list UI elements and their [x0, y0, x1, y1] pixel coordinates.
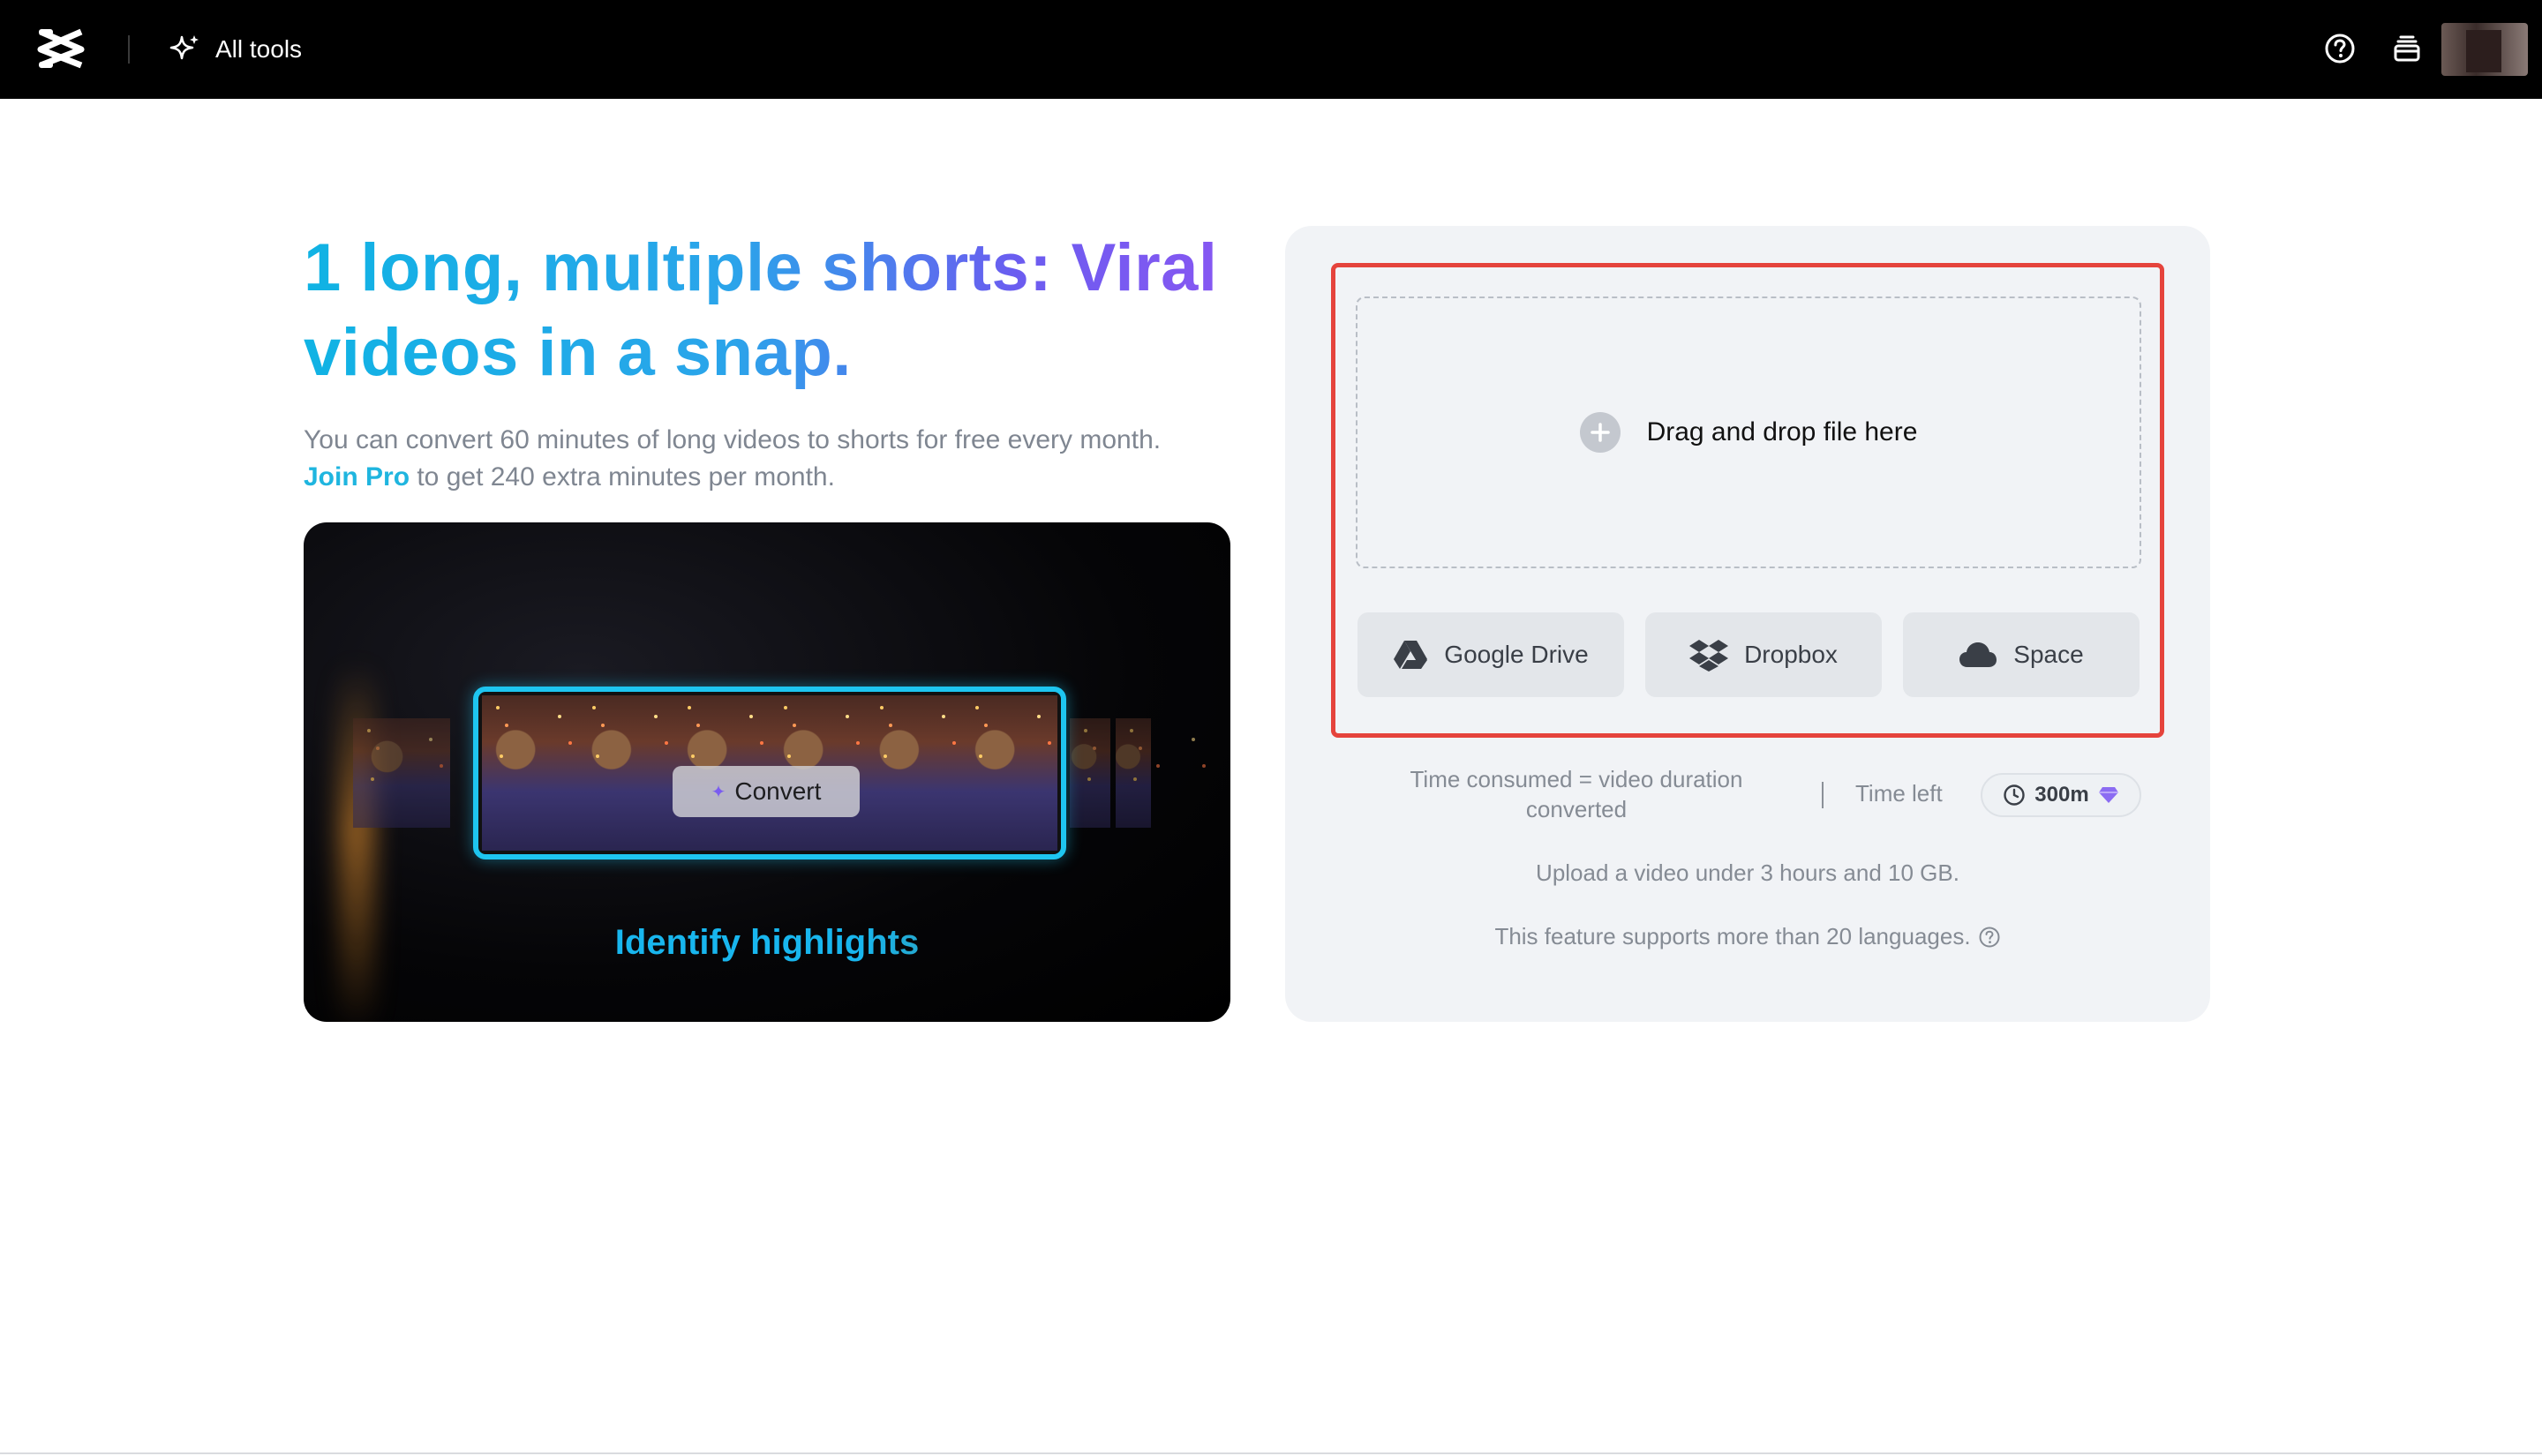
drop-zone-label: Drag and drop file here — [1646, 417, 1918, 447]
help-circle-icon[interactable] — [2320, 28, 2360, 69]
film-frame — [1116, 718, 1151, 828]
all-tools-label: All tools — [215, 35, 303, 63]
header-divider — [128, 35, 130, 64]
film-frame — [353, 718, 450, 828]
google-drive-label: Google Drive — [1444, 641, 1589, 668]
info-separator — [1822, 782, 1824, 808]
hero-description: You can convert 60 minutes of long video… — [304, 422, 1222, 496]
sparkle-icon: ✦ — [711, 782, 726, 802]
usage-info-row: Time consumed = video duration converted… — [1359, 764, 2145, 826]
cloud-icon — [1959, 642, 1997, 667]
all-tools-button[interactable]: All tools — [168, 26, 302, 72]
page-title: 1 long, multiple shorts: Viral videos in… — [304, 226, 1257, 395]
dropbox-label: Dropbox — [1744, 641, 1838, 668]
right-filmstrip — [1070, 718, 1151, 828]
language-note-text: This feature supports more than 20 langu… — [1494, 923, 1971, 949]
time-left-label: Time left — [1855, 780, 1943, 807]
left-filmstrip — [353, 718, 450, 828]
google-drive-button[interactable]: Google Drive — [1357, 612, 1624, 697]
film-frame — [482, 695, 578, 851]
film-frame — [961, 695, 1058, 851]
film-frame — [1070, 718, 1110, 828]
time-consumed-text: Time consumed = video duration converted — [1410, 766, 1743, 822]
diamond-icon — [2098, 787, 2118, 803]
language-support-note: This feature supports more than 20 langu… — [1285, 923, 2210, 950]
film-frame — [577, 695, 674, 851]
capcut-logo-icon[interactable] — [37, 26, 85, 71]
top-bar: All tools — [0, 0, 2542, 99]
drop-zone[interactable]: Drag and drop file here — [1356, 296, 2141, 568]
light-glow — [339, 664, 374, 1022]
video-preview: ✦ Convert Identify highlights — [304, 522, 1230, 1022]
preview-caption: Identify highlights — [304, 923, 1230, 963]
avatar[interactable] — [2441, 23, 2528, 76]
dropbox-icon — [1689, 640, 1729, 672]
desc-text-after: to get 240 extra minutes per month. — [410, 462, 835, 492]
google-drive-icon — [1394, 641, 1428, 669]
convert-badge: ✦ Convert — [673, 766, 860, 817]
join-pro-link[interactable]: Join Pro — [304, 462, 410, 492]
space-label: Space — [2013, 641, 2084, 668]
convert-label: Convert — [734, 777, 822, 805]
sparkle-icon — [169, 35, 199, 60]
desc-text-before: You can convert 60 minutes of long video… — [304, 425, 1162, 454]
time-left-badge[interactable]: 300m — [1981, 773, 2141, 817]
plus-icon — [1579, 412, 1621, 453]
clock-icon — [2004, 784, 2025, 806]
upload-limit-note: Upload a video under 3 hours and 10 GB. — [1536, 859, 1959, 886]
space-button[interactable]: Space — [1903, 612, 2140, 697]
stack-icon[interactable] — [2387, 28, 2427, 69]
page-bottom-border — [0, 1452, 2542, 1454]
help-circle-icon[interactable] — [1978, 926, 2001, 949]
film-frame — [865, 695, 962, 851]
dropbox-button[interactable]: Dropbox — [1645, 612, 1882, 697]
time-left-value: 300m — [2034, 783, 2089, 807]
